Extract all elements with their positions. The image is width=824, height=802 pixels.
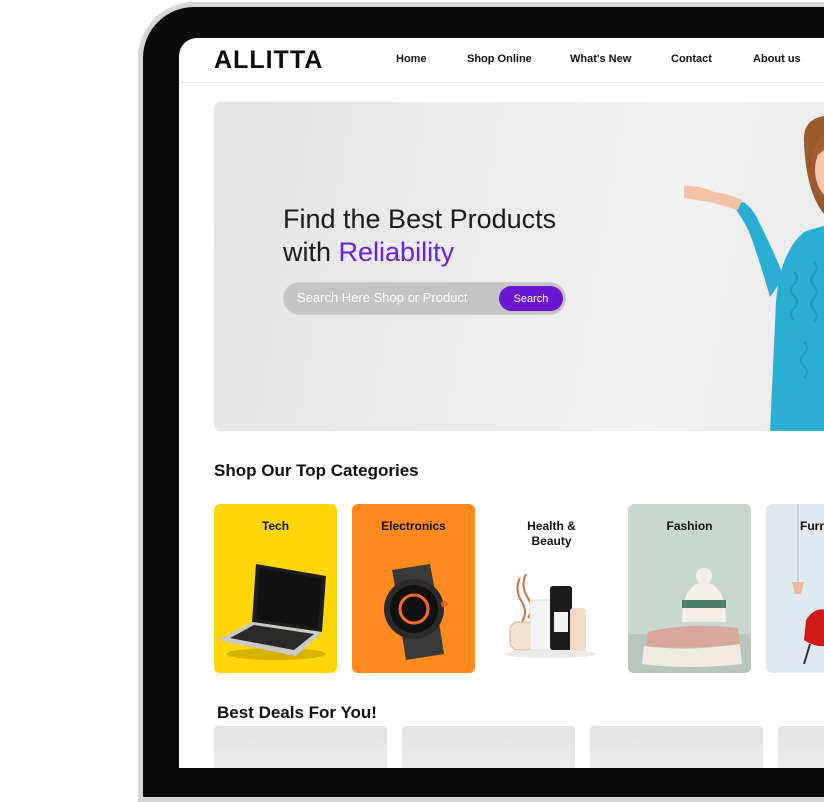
hero-title-accent: Reliability: [338, 237, 455, 267]
model-photo: [684, 116, 824, 431]
category-card-tech[interactable]: Tech: [214, 504, 337, 673]
category-label-electronics: Electronics: [381, 519, 446, 533]
search-bar: Search: [283, 282, 566, 315]
hero-title-line1: Find the Best Products: [283, 204, 557, 234]
hero-title-line2: with Reliability: [283, 236, 556, 269]
category-card-electronics[interactable]: Electronics: [352, 504, 475, 673]
hero-title-prefix: with: [283, 237, 339, 267]
category-label-health-beauty: Health & Beauty: [527, 519, 576, 548]
nav-contact[interactable]: Contact: [671, 53, 712, 65]
deal-card[interactable]: [590, 726, 763, 768]
category-label-tech: Tech: [261, 519, 290, 533]
search-input[interactable]: [297, 290, 487, 305]
deals-heading: Best Deals For You!: [217, 703, 377, 722]
nav-home[interactable]: Home: [396, 53, 427, 65]
deal-card[interactable]: [214, 726, 387, 768]
top-nav: ALLITTA Home Shop Online What's New Cont…: [179, 38, 824, 83]
screen: ALLITTA Home Shop Online What's New Cont…: [179, 38, 824, 768]
category-card-health-beauty[interactable]: Health & Beauty: [490, 504, 613, 673]
categories-heading: Shop Our Top Categories: [214, 461, 419, 480]
nav-whats-new[interactable]: What's New: [570, 53, 631, 65]
category-card-fashion[interactable]: Fashion: [628, 504, 751, 673]
category-label-fashion: Fashion: [666, 519, 713, 533]
nav-shop-online[interactable]: Shop Online: [467, 53, 532, 65]
brand-logo[interactable]: ALLITTA: [214, 46, 323, 75]
nav-about-us[interactable]: About us: [753, 53, 801, 65]
deal-card[interactable]: [402, 726, 575, 768]
category-label-furniture: Furn: [800, 519, 824, 533]
hero-title: Find the Best Products with Reliability: [283, 203, 556, 269]
search-button[interactable]: Search: [499, 286, 563, 311]
hero-banner: Find the Best Products with Reliability …: [214, 102, 824, 431]
category-card-furniture[interactable]: Furn: [766, 504, 824, 673]
deal-card[interactable]: [778, 726, 824, 768]
